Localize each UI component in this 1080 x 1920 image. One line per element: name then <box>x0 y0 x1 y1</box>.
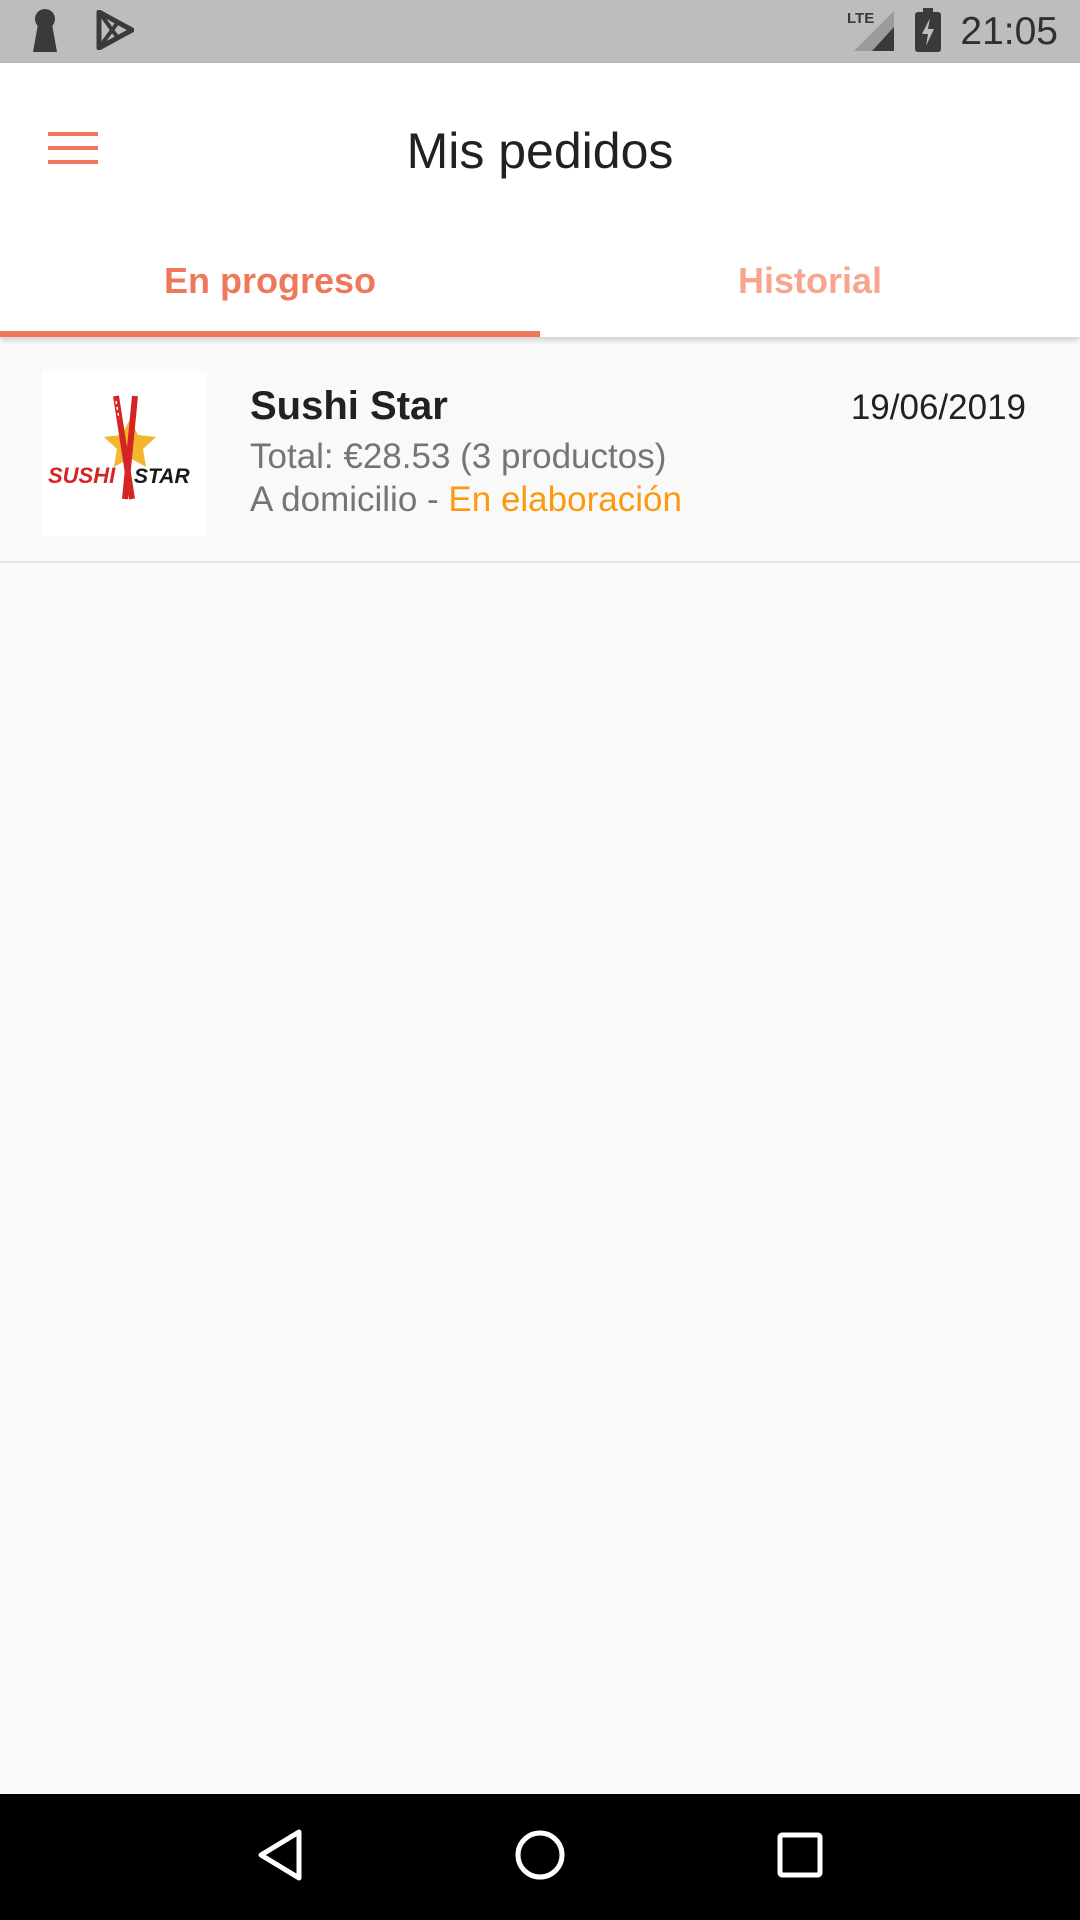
status-bar-right: LTE 21:05 <box>846 6 1058 58</box>
order-date: 19/06/2019 <box>850 388 1026 427</box>
tab-indicator <box>0 331 540 337</box>
page-title: Mis pedidos <box>406 123 674 179</box>
order-item[interactable]: SUSHI STAR Sushi Star 19/06/2019 Total: … <box>0 337 1080 563</box>
tab-historial[interactable]: Historial <box>540 225 1080 337</box>
back-icon <box>256 1828 304 1887</box>
battery-charging-icon <box>914 7 942 57</box>
menu-button[interactable] <box>26 103 120 197</box>
logo-text-right: STAR <box>134 465 190 488</box>
sushi-star-logo: SUSHI STAR <box>48 395 190 500</box>
recents-button[interactable] <box>755 1812 845 1902</box>
tab-en-progreso[interactable]: En progreso <box>0 225 540 337</box>
orders-list: SUSHI STAR Sushi Star 19/06/2019 Total: … <box>0 337 1080 563</box>
play-store-icon <box>96 9 135 55</box>
home-icon <box>513 1828 567 1887</box>
status-time: 21:05 <box>960 10 1058 53</box>
tab-bar: En progreso Historial <box>0 225 1080 337</box>
app-bar: Mis pedidos En progreso Historial <box>0 63 1080 337</box>
status-bar-left <box>30 8 135 57</box>
order-status: En elaboración <box>448 480 682 519</box>
delivery-type: A domicilio - <box>250 480 449 519</box>
order-delivery-status: A domicilio - En elaboración <box>250 480 682 520</box>
keyhole-icon <box>30 8 60 57</box>
tab-label: Historial <box>737 260 883 301</box>
restaurant-name: Sushi Star <box>250 384 448 428</box>
status-bar: LTE 21:05 <box>0 0 1080 63</box>
navigation-bar <box>0 1794 1080 1920</box>
screen: LTE 21:05 Mis pedidos En progreso Histor… <box>0 0 1080 1920</box>
hamburger-menu-icon <box>48 130 98 171</box>
network-label: LTE <box>847 10 874 27</box>
logo-text-left: SUSHI <box>48 463 116 488</box>
recents-icon <box>776 1831 824 1884</box>
order-total: Total: €28.53 (3 productos) <box>250 437 667 476</box>
tab-label: En progreso <box>163 260 377 301</box>
home-button[interactable] <box>495 1812 585 1902</box>
lte-signal-icon: LTE <box>846 7 896 58</box>
back-button[interactable] <box>235 1812 325 1902</box>
restaurant-logo: SUSHI STAR <box>42 371 207 536</box>
